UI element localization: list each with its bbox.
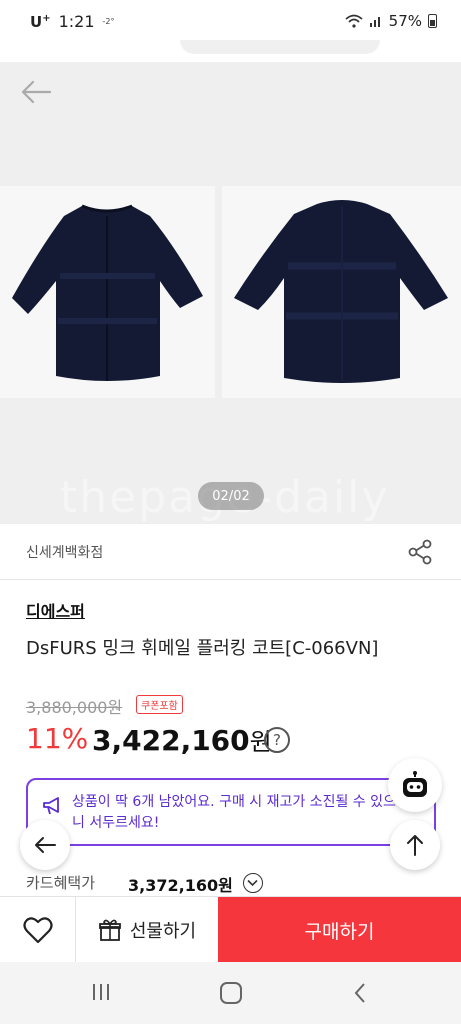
megaphone-icon xyxy=(43,797,59,815)
top-handle xyxy=(180,40,380,54)
battery-icon xyxy=(428,14,437,28)
battery-percent: 57% xyxy=(388,12,422,30)
product-title: DsFURS 밍크 휘메일 플러킹 코트[C-066VN] xyxy=(26,638,379,659)
store-name[interactable]: 신세계백화점 xyxy=(26,542,103,562)
card-benefit-expand-button[interactable] xyxy=(243,873,263,893)
coupon-badge: 쿠폰포함 xyxy=(136,695,183,714)
coat-back-image xyxy=(234,200,448,383)
coat-photo-front xyxy=(0,186,215,398)
system-nav-bar xyxy=(0,962,461,1024)
system-back-icon[interactable] xyxy=(352,982,368,1004)
chevron-down-icon xyxy=(247,879,258,887)
chatbot-button[interactable] xyxy=(388,758,442,812)
buy-button[interactable]: 구매하기 xyxy=(218,897,461,963)
carrier-label: U+ xyxy=(30,12,51,31)
discount-rate: 11% xyxy=(26,722,89,755)
brand-link[interactable]: 디에스퍼 xyxy=(26,598,85,622)
clock: 1:21 xyxy=(58,12,95,31)
heart-icon xyxy=(22,917,53,944)
card-benefit-label: 카드혜택가 xyxy=(26,874,96,892)
store-row: 신세계백화점 xyxy=(0,524,461,580)
scroll-top-button[interactable] xyxy=(390,820,440,870)
card-benefit-price: 3,372,160원 xyxy=(128,876,233,895)
original-price: 3,880,000원 xyxy=(26,698,123,717)
status-bar: U+ 1:21 -2° 57% xyxy=(0,0,461,44)
sale-price: 3,422,160원 xyxy=(92,722,272,757)
sale-price-number: 3,422,160 xyxy=(92,724,250,757)
gift-icon xyxy=(98,919,121,941)
gift-button[interactable]: 선물하기 xyxy=(76,897,218,963)
prev-button[interactable] xyxy=(20,820,70,870)
temperature-indicator: -2° xyxy=(102,17,115,26)
coat-photo-back xyxy=(222,186,461,398)
wifi-icon xyxy=(345,14,363,28)
recent-apps-icon[interactable] xyxy=(90,982,112,1002)
share-icon[interactable] xyxy=(406,538,434,566)
back-arrow-icon[interactable] xyxy=(20,78,52,106)
wishlist-button[interactable] xyxy=(0,897,76,963)
robot-icon xyxy=(403,771,427,797)
stock-notice-text: 상품이 딱 6개 남았어요. 구매 시 재고가 소진될 수 있으니 서두르세요! xyxy=(72,794,396,831)
gift-button-label: 선물하기 xyxy=(129,921,197,942)
arrow-up-icon xyxy=(407,835,423,856)
product-image-gallery[interactable]: thepage-daily 02/02 xyxy=(0,62,461,524)
arrow-left-icon xyxy=(35,837,56,853)
bottom-action-bar: 선물하기 구매하기 xyxy=(0,896,461,963)
stock-notice: 상품이 딱 6개 남았어요. 구매 시 재고가 소진될 수 있으니 서두르세요! xyxy=(26,778,436,846)
signal-icon xyxy=(369,17,380,27)
home-icon[interactable] xyxy=(220,982,242,1004)
status-left: U+ 1:21 -2° xyxy=(30,12,115,31)
status-right: 57% xyxy=(345,12,437,30)
coat-front-image xyxy=(12,204,203,381)
image-counter: 02/02 xyxy=(198,482,264,510)
price-help-icon[interactable]: ? xyxy=(264,727,290,753)
